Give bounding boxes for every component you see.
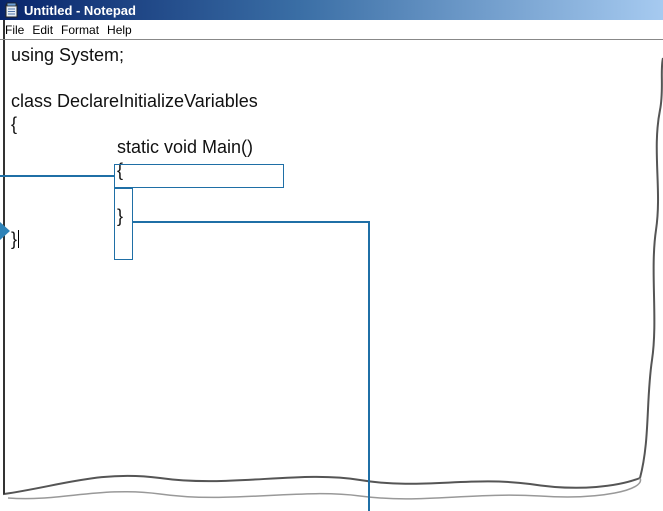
code-line-5: static void Main() [117, 137, 254, 157]
callout-line-main-method [0, 175, 115, 177]
menu-help[interactable]: Help [104, 23, 135, 37]
callout-arrow-icon [0, 222, 10, 240]
callout-box-method-braces [114, 188, 133, 260]
menu-bar: File Edit Format Help [0, 20, 663, 39]
text-editor-area[interactable]: using System; class DeclareInitializeVar… [11, 44, 631, 484]
title-bar[interactable]: Untitled - Notepad [0, 0, 663, 20]
menu-file[interactable]: File [2, 23, 27, 37]
code-line-9-text: } [11, 229, 18, 249]
menu-separator [0, 39, 663, 40]
window-title: Untitled - Notepad [24, 2, 136, 18]
callout-line-braces-vertical [368, 221, 370, 511]
menu-format[interactable]: Format [58, 23, 102, 37]
code-line-3: class DeclareInitializeVariables [11, 91, 258, 111]
callout-line-braces-horizontal [133, 221, 369, 223]
code-line-9: } [11, 228, 20, 251]
screenshot-stage: Untitled - Notepad File Edit Format Help… [0, 0, 663, 511]
code-line-1: using System; [11, 45, 125, 65]
notepad-icon [5, 2, 18, 18]
callout-box-main-method [114, 164, 284, 188]
menu-edit[interactable]: Edit [29, 23, 56, 37]
text-caret [18, 230, 20, 248]
code-line-4: { [11, 114, 18, 134]
